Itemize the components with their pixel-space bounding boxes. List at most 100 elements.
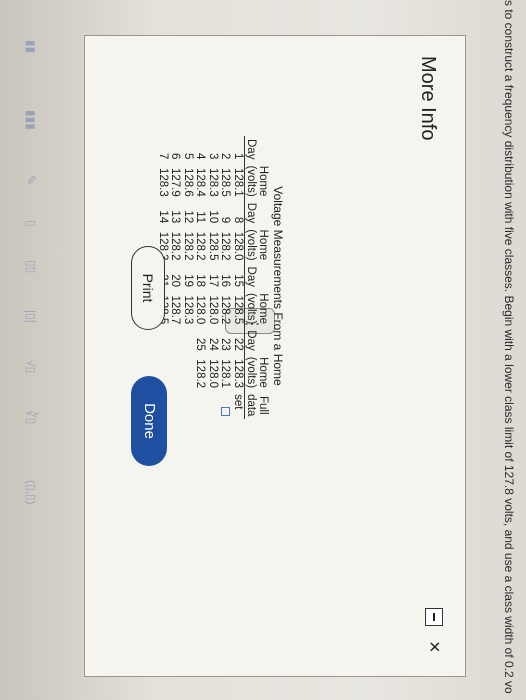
table-header — [257, 136, 269, 162]
absolute-value-icon[interactable]: |▯| — [24, 310, 38, 323]
day-cell: 4 — [194, 153, 207, 160]
table-header: Day — [244, 199, 257, 227]
table-header — [257, 264, 269, 290]
volts-cell: 128.3 — [182, 295, 194, 325]
day-cell: 18 — [194, 274, 207, 287]
day-cell: 3 — [207, 153, 219, 160]
day-cell: 12 — [182, 210, 194, 224]
decimal-icon[interactable]: ▯▯ — [24, 260, 38, 273]
volts-cell: 127.9 — [169, 167, 182, 197]
minimize-button[interactable] — [425, 608, 443, 626]
table-header: (volts) — [244, 289, 257, 328]
volts-cell: 128.3 — [157, 167, 169, 197]
superscript-icon[interactable]: ✎ — [24, 175, 38, 185]
volts-cell: 128.0 — [207, 359, 219, 389]
square-root-icon[interactable]: √▯ — [24, 360, 38, 373]
volts-cell: 128.3 — [232, 359, 244, 389]
volts-cell: 128.3 — [207, 167, 219, 197]
volts-cell: 128.2 — [169, 231, 182, 261]
day-cell: 23 — [219, 337, 232, 351]
copy-icon — [219, 391, 232, 419]
day-cell: 16 — [219, 274, 232, 287]
day-cell: 11 — [194, 211, 207, 224]
question-text: s to construct a frequency distribution … — [502, 0, 516, 694]
day-cell: 9 — [219, 216, 232, 224]
day-cell: 10 — [207, 210, 219, 224]
day-cell: 24 — [207, 337, 219, 351]
volts-cell: 128.5 — [219, 167, 232, 197]
table-header: Home — [257, 357, 269, 388]
table-row: 4 128.4 11 128.2 18 128.0 25 128.2 — [194, 136, 207, 419]
table-row: 5 128.6 12 128.2 19 128.3 — [182, 136, 195, 419]
volts-cell: 128.5 — [232, 295, 244, 325]
table-title: Voltage Measurements From a Home — [271, 186, 285, 386]
day-cell: 19 — [182, 274, 194, 287]
day-cell: 15 — [232, 274, 244, 287]
done-button[interactable]: Done — [131, 376, 167, 466]
subscript-icon[interactable]: ▯ — [24, 220, 38, 227]
day-cell: 14 — [157, 210, 169, 224]
day-cell: 6 — [169, 153, 182, 160]
day-cell: 7 — [157, 153, 169, 160]
rotated-view: s to construct a frequency distribution … — [0, 0, 526, 700]
table-header: Day — [244, 263, 257, 290]
fraction-icon[interactable]: ▮▮ — [24, 40, 38, 53]
volts-cell — [182, 354, 195, 391]
day-cell — [157, 327, 170, 353]
full-data-set-label[interactable]: Full — [257, 391, 269, 419]
day-cell: 1 — [232, 153, 244, 160]
volts-cell: 128.0 — [194, 295, 207, 325]
print-button[interactable]: Print — [131, 246, 165, 330]
full-data-set-label[interactable]: set — [232, 391, 245, 419]
day-cell: 2 — [219, 153, 232, 160]
table-row: 6 127.9 13 128.2 20 128.7 — [169, 136, 182, 419]
day-cell: 22 — [232, 337, 244, 351]
nth-root-icon[interactable]: ∛▯ — [24, 410, 38, 424]
volts-cell: 128.5 — [207, 231, 219, 261]
volts-cell: 128.7 — [169, 295, 182, 325]
math-toolbar: ▮▮ ▮▮▮ ✎ ▯ ▯▯ |▯| √▯ ∛▯ (▯,▯) — [18, 0, 38, 700]
volts-cell: 128.2 — [219, 231, 232, 261]
volts-cell: 128.2 — [219, 295, 232, 325]
volts-cell: 128.0 — [232, 231, 244, 261]
day-cell — [182, 327, 195, 353]
volts-cell: 128.0 — [207, 295, 219, 325]
day-cell: 8 — [232, 216, 244, 224]
volts-cell: 128.2 — [194, 359, 207, 389]
table-header — [257, 327, 269, 353]
table-header: Day — [244, 136, 257, 163]
day-cell — [169, 327, 182, 353]
screen: s to construct a frequency distribution … — [0, 0, 526, 700]
table-header: (volts) — [244, 226, 257, 264]
volts-cell: 128.4 — [194, 167, 207, 197]
table-header: Home — [257, 293, 269, 324]
table-header: Home — [257, 229, 269, 261]
volts-cell: 128.2 — [182, 231, 194, 261]
day-cell: 17 — [207, 274, 219, 287]
day-cell: 5 — [182, 153, 194, 160]
table-row: 3 128.3 10 128.5 17 128.0 24 128.0 — [207, 136, 219, 419]
table-header: (volts) — [244, 162, 257, 200]
mixed-number-icon[interactable]: ▮▮▮ — [24, 110, 38, 130]
dialog-title: More Info — [417, 56, 439, 141]
volts-cell — [169, 354, 182, 391]
table-header: (volts) — [244, 353, 257, 392]
close-icon[interactable]: × — [422, 641, 445, 653]
volts-cell: 128.1 — [232, 167, 244, 197]
day-cell: 13 — [169, 210, 182, 224]
table-header: Home — [257, 165, 269, 197]
ordered-pair-icon[interactable]: (▯,▯) — [24, 480, 38, 505]
volts-cell: 128.2 — [194, 231, 207, 261]
day-cell: 20 — [169, 274, 182, 287]
copy-icon[interactable] — [221, 407, 231, 417]
table-header — [257, 200, 269, 226]
more-info-dialog: More Info × Voltage Measurements From a … — [84, 35, 466, 677]
day-cell: 25 — [194, 337, 207, 351]
full-data-set-label[interactable]: data — [244, 391, 257, 420]
volts-cell: 128.1 — [219, 359, 232, 389]
voltage-table-block: Voltage Measurements From a Home Home Ho… — [157, 136, 285, 436]
volts-cell: 128.6 — [182, 167, 194, 197]
table-row: 1 128.1 8 128.0 15 128.5 22 128.3 set — [232, 136, 245, 419]
voltage-table: Home Home Home Home Full Day (volts) Day… — [157, 136, 269, 420]
table-header: Day — [244, 327, 257, 354]
